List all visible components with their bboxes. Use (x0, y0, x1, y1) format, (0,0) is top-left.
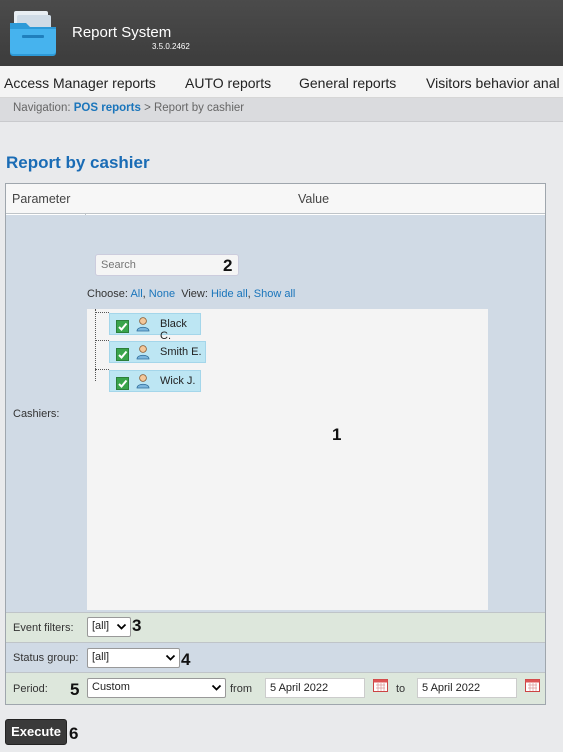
period-value: Custom (92, 681, 130, 693)
cashier-tree: Black C. Smith E. Wick J. (87, 309, 488, 610)
choose-view-line: Choose: All, None View: Hide all, Show a… (87, 288, 296, 300)
row-cashiers: Cashiers: Choose: All, None View: Hide a… (6, 215, 545, 613)
choose-all-link[interactable]: All (130, 288, 142, 300)
checkbox-icon[interactable] (116, 320, 129, 333)
row-period: Period: Custom from 5 April 2022 to 5 Ap… (6, 673, 545, 704)
callout-6: 6 (69, 724, 79, 743)
header-parameter: Parameter (12, 192, 71, 206)
calendar-icon[interactable] (525, 678, 540, 692)
period-to-label: to (396, 683, 406, 695)
app-title: Report System (72, 24, 172, 41)
table-header: Parameter Value (6, 184, 545, 214)
app-header: Report System 3.5.0.2462 (0, 0, 563, 66)
menu-access-manager-reports[interactable]: Access Manager reports (4, 75, 156, 91)
chevron-down-icon (211, 684, 222, 691)
tree-connector (95, 309, 96, 381)
view-label: View: (181, 288, 208, 300)
status-group-select[interactable]: [all] (87, 648, 180, 668)
checkbox-icon[interactable] (116, 348, 129, 361)
header-value: Value (298, 192, 330, 206)
cashier-item[interactable]: Black C. (109, 313, 201, 342)
execute-button[interactable]: Execute (5, 719, 67, 745)
label-event-filters: Event filters: (13, 622, 74, 634)
tree-connector (95, 340, 109, 341)
cashier-name: Smith E. (160, 346, 202, 358)
folder-icon (10, 11, 56, 56)
label-period: Period: (13, 683, 48, 695)
breadcrumb-prefix: Navigation: (13, 102, 71, 114)
callout-2: 2 (223, 256, 233, 275)
report-category-menu: Access Manager reports AUTO reports Gene… (0, 66, 563, 98)
tree-connector (95, 369, 109, 370)
cashier-name: Black C. (160, 318, 187, 342)
label-status-group: Status group: (13, 652, 79, 664)
app-version: 3.5.0.2462 (152, 42, 190, 51)
callout-1: 1 (332, 425, 342, 444)
person-icon (136, 374, 150, 389)
person-icon (136, 317, 150, 332)
period-to-input[interactable]: 5 April 2022 (417, 678, 517, 698)
view-show-all-link[interactable]: Show all (254, 288, 296, 300)
cashier-name: Wick J. (160, 375, 196, 387)
callout-4: 4 (181, 650, 191, 669)
page-title: Report by cashier (6, 153, 150, 172)
cashier-item[interactable]: Smith E. (109, 341, 206, 363)
callout-3: 3 (132, 616, 142, 635)
event-filters-value: [all] (92, 620, 110, 632)
menu-auto-reports[interactable]: AUTO reports (185, 75, 271, 91)
breadcrumb-link-pos-reports[interactable]: POS reports (74, 102, 141, 114)
checkbox-icon[interactable] (116, 377, 129, 390)
status-group-value: [all] (92, 651, 110, 663)
chevron-down-icon (165, 654, 176, 661)
choose-none-link[interactable]: None (149, 288, 175, 300)
cashier-search-input[interactable] (95, 254, 239, 276)
period-from-input[interactable]: 5 April 2022 (265, 678, 365, 698)
period-from-label: from (230, 683, 252, 695)
menu-visitors-behavior-analysis[interactable]: Visitors behavior anal (426, 75, 560, 91)
breadcrumb: Navigation: POS reports > Report by cash… (0, 98, 563, 122)
breadcrumb-separator: > (144, 102, 151, 114)
breadcrumb-current: Report by cashier (153, 102, 245, 114)
period-select[interactable]: Custom (87, 678, 226, 698)
calendar-icon[interactable] (373, 678, 388, 692)
parameter-table: Parameter Value Cashiers: Choose: All, N… (5, 183, 546, 705)
label-cashiers: Cashiers: (13, 408, 60, 420)
row-event-filters: Event filters: [all] (6, 613, 545, 643)
tree-connector (95, 312, 109, 313)
cashier-item[interactable]: Wick J. (109, 370, 201, 392)
view-hide-all-link[interactable]: Hide all (211, 288, 248, 300)
callout-5: 5 (70, 680, 80, 699)
chevron-down-icon (116, 623, 127, 630)
choose-label: Choose: (87, 288, 128, 300)
person-icon (136, 345, 150, 360)
menu-general-reports[interactable]: General reports (299, 75, 396, 91)
event-filters-select[interactable]: [all] (87, 617, 131, 637)
row-status-group: Status group: [all] (6, 643, 545, 673)
